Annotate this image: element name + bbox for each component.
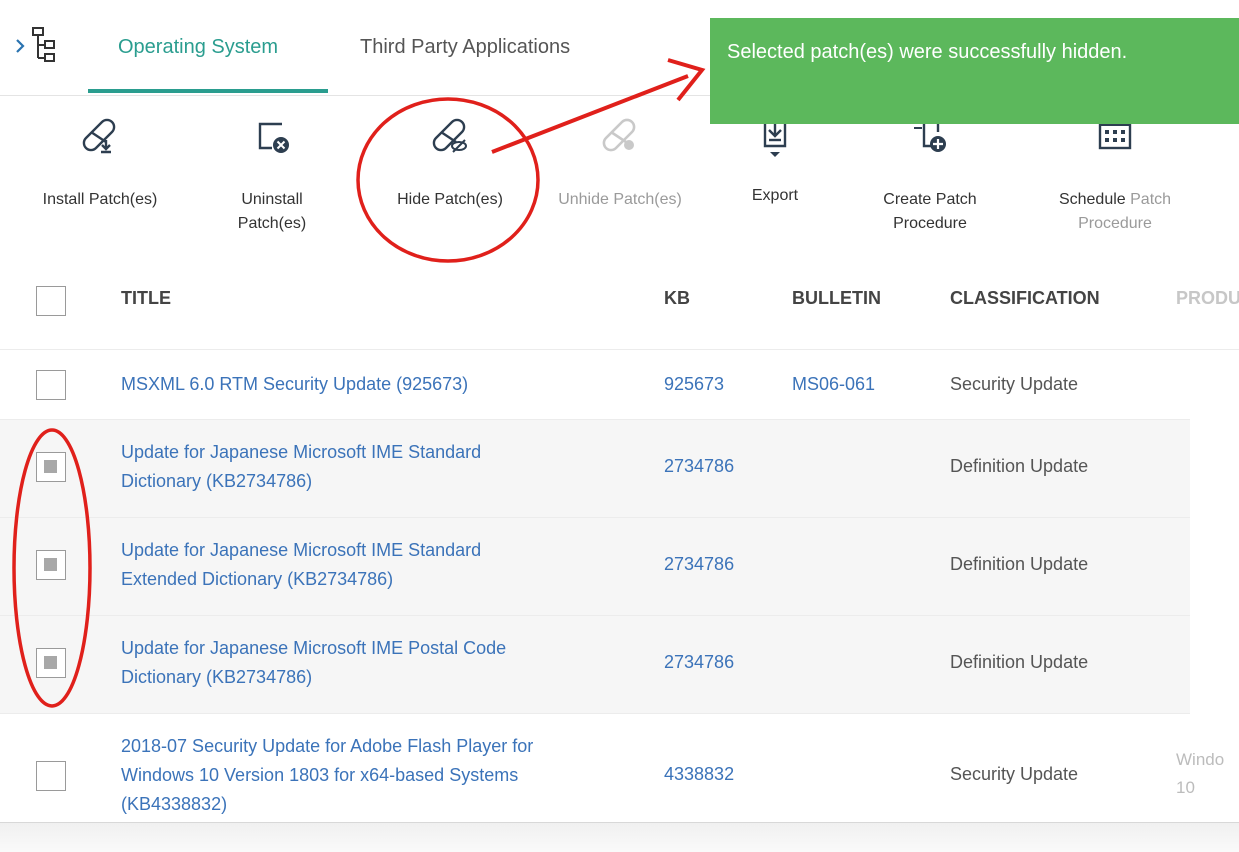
row-title-line-2: Windows 10 Version 1803 for x64-based Sy… [121,765,519,785]
row-product: Windo 10 [1176,746,1236,802]
row-title[interactable]: MSXML 6.0 RTM Security Update (925673) [121,370,621,399]
schedule-patch-procedure-button[interactable]: Schedule Patch Procedure [1035,114,1195,236]
create-patch-procedure-label: Create Patch Procedure [850,188,1010,236]
create-label-line-1: Create Patch [883,191,977,208]
row-title[interactable]: Update for Japanese Microsoft IME Postal… [121,634,621,692]
row-product-line-1: Windo [1176,750,1225,769]
install-patches-label: Install Patch(es) [42,191,158,208]
row-title-line-1: 2018-07 Security Update for Adobe Flash … [121,736,534,756]
export-label: Export [751,187,799,204]
row-kb[interactable]: 2734786 [664,652,734,673]
hide-patches-button[interactable]: Hide Patch(es) [380,114,520,212]
create-label-line-2: Procedure [893,215,967,232]
row-classification: Definition Update [950,652,1089,672]
hide-patches-label: Hide Patch(es) [397,191,503,208]
schedule-patch-procedure-label: Schedule Patch Procedure [1035,188,1195,236]
install-patches-button[interactable]: Install Patch(es) [20,114,180,212]
row-checkbox[interactable] [36,761,66,791]
row-classification: Definition Update [950,554,1089,574]
unhide-patches-label: Unhide Patch(es) [558,191,682,208]
row-title-line-1: Update for Japanese Microsoft IME Standa… [121,540,482,560]
column-title[interactable]: TITLE [121,288,171,309]
row-title-line-1: MSXML 6.0 RTM Security Update (925673) [121,374,469,394]
row-title-line-3: (KB4338832) [121,794,228,814]
row-classification: Security Update [950,764,1079,784]
active-tab-indicator [88,89,328,93]
table-row: Update for Japanese Microsoft IME Standa… [0,420,1190,518]
table-header: TITLE KB BULLETIN CLASSIFICATION PRODU [0,272,1239,350]
row-bulletin[interactable]: MS06-061 [792,374,875,395]
row-title[interactable]: Update for Japanese Microsoft IME Standa… [121,536,621,594]
schedule-label-line-2: Procedure [1078,215,1152,232]
create-patch-procedure-button[interactable]: Create Patch Procedure [850,114,1010,236]
row-checkbox[interactable] [36,370,66,400]
schedule-label-line-1b: Patch [1125,191,1172,208]
row-title[interactable]: 2018-07 Security Update for Adobe Flash … [121,732,621,819]
export-button[interactable]: Export [730,114,820,208]
tab-third-party-applications[interactable]: Third Party Applications [360,36,570,59]
uninstall-label-line-2: Patch(es) [237,215,307,232]
tab-operating-system[interactable]: Operating System [118,36,278,59]
table-row: Update for Japanese Microsoft IME Postal… [0,616,1190,714]
row-product-line-2: 10 [1176,778,1195,797]
uninstall-patches-label: Uninstall Patch(es) [212,188,332,236]
row-checkbox[interactable] [36,550,66,580]
unhide-patches-button[interactable]: Unhide Patch(es) [540,114,700,212]
success-toast: Selected patch(es) were successfully hid… [710,18,1239,124]
toolbar: Install Patch(es) Uninstall Patch(es) Hi… [0,100,1239,270]
row-title[interactable]: Update for Japanese Microsoft IME Standa… [121,438,621,496]
install-patch-icon [82,118,116,154]
row-checkbox[interactable] [36,452,66,482]
row-title-line-2: Extended Dictionary (KB2734786) [121,569,394,589]
hide-patch-icon [432,118,467,153]
row-title-line-2: Dictionary (KB2734786) [121,667,313,687]
column-kb[interactable]: KB [664,288,690,309]
row-checkbox[interactable] [36,648,66,678]
row-kb[interactable]: 2734786 [664,554,734,575]
column-bulletin[interactable]: BULLETIN [792,288,881,309]
tree-toggle-icon[interactable] [14,26,58,66]
row-kb[interactable]: 2734786 [664,456,734,477]
torn-edge [0,822,1239,852]
row-classification: Definition Update [950,456,1089,476]
row-classification: Security Update [950,374,1079,394]
column-product[interactable]: PRODU [1176,288,1239,309]
table-row: Update for Japanese Microsoft IME Standa… [0,518,1190,616]
table-row: 2018-07 Security Update for Adobe Flash … [0,714,1239,834]
row-kb[interactable]: 4338832 [664,764,734,785]
uninstall-patches-button[interactable]: Uninstall Patch(es) [212,114,332,236]
schedule-label-line-1a: Schedule [1058,191,1126,208]
uninstall-patch-icon [258,122,289,153]
unhide-patch-icon [602,118,636,152]
column-classification[interactable]: CLASSIFICATION [950,288,1100,309]
row-title-line-1: Update for Japanese Microsoft IME Postal… [121,638,507,658]
row-title-line-1: Update for Japanese Microsoft IME Standa… [121,442,482,462]
row-title-line-2: Dictionary (KB2734786) [121,471,313,491]
select-all-checkbox[interactable] [36,286,66,316]
row-kb[interactable]: 925673 [664,374,724,395]
table-row: MSXML 6.0 RTM Security Update (925673) 9… [0,350,1190,420]
uninstall-label-line-1: Uninstall [241,191,303,208]
